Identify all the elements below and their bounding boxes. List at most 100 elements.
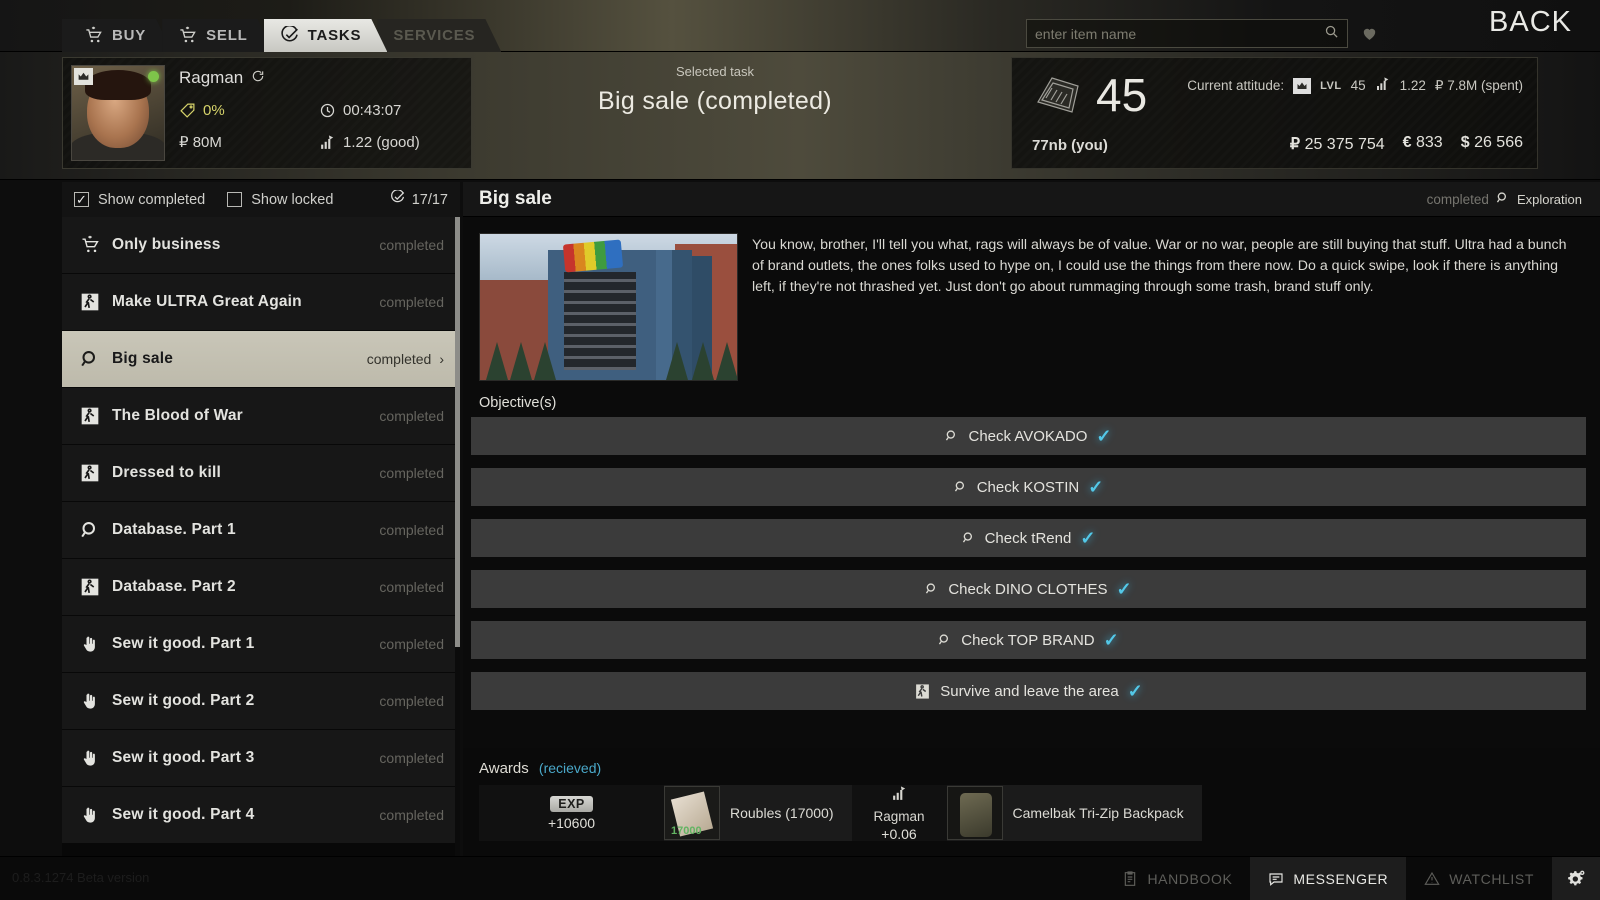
awards-row: EXP +10600 17000 Roubles (17000) Ragman … bbox=[479, 785, 1600, 842]
task-description: You know, brother, I'll tell you what, r… bbox=[752, 237, 1567, 296]
tab-services[interactable]: SERVICES bbox=[377, 19, 501, 52]
award-reputation: Ragman +0.06 bbox=[851, 785, 947, 842]
attitude-label: Current attitude: bbox=[1187, 78, 1285, 93]
award-reputation-trader: Ragman bbox=[873, 808, 925, 824]
task-row-the-blood-of-war[interactable]: The Blood of War completed bbox=[62, 388, 460, 444]
back-button[interactable]: BACK bbox=[1489, 6, 1572, 39]
task-status: completed bbox=[379, 237, 444, 253]
search-box[interactable] bbox=[1026, 19, 1348, 48]
bottom-nav-handbook-label: HANDBOOK bbox=[1147, 871, 1233, 887]
filter-show-completed-label: Show completed bbox=[98, 191, 206, 208]
task-detail-meta: completed Exploration bbox=[1427, 191, 1582, 208]
exit-icon bbox=[80, 577, 106, 597]
trader-name: Ragman bbox=[179, 68, 244, 87]
task-status: completed bbox=[379, 636, 444, 652]
exit-icon bbox=[914, 683, 931, 700]
handbook-icon bbox=[1122, 871, 1138, 887]
task-row-sew-it-good-part-2[interactable]: Sew it good. Part 2 completed bbox=[62, 673, 460, 729]
checkbox-checked-icon[interactable] bbox=[74, 192, 89, 207]
trader-info: Ragman 0% 00:43:07 ₽ 80M 1.22 (good) bbox=[165, 58, 471, 168]
search-input[interactable] bbox=[1035, 25, 1324, 42]
filter-show-locked[interactable]: Show locked bbox=[227, 192, 333, 208]
task-row-big-sale[interactable]: Big sale completed › bbox=[62, 331, 460, 387]
trader-discount-value: 0% bbox=[203, 102, 225, 119]
bottom-nav-messenger[interactable]: MESSENGER bbox=[1250, 857, 1407, 900]
discount-tag-icon bbox=[179, 102, 196, 119]
cart-icon bbox=[84, 26, 103, 45]
trader-card[interactable]: Ragman 0% 00:43:07 ₽ 80M 1.22 (good) bbox=[62, 57, 472, 169]
hand-icon bbox=[80, 806, 106, 825]
awards-label: Awards bbox=[479, 760, 529, 777]
awards-header: Awards (recieved) bbox=[463, 748, 1600, 777]
selected-task-header: Selected task Big sale (completed) bbox=[490, 64, 940, 116]
awards-section: Awards (recieved) EXP +10600 17000 Roubl… bbox=[463, 748, 1600, 856]
task-detail-body: You know, brother, I'll tell you what, r… bbox=[463, 217, 1600, 856]
tab-sell[interactable]: SELL bbox=[162, 19, 274, 52]
task-row-sew-it-good-part-1[interactable]: Sew it good. Part 1 completed bbox=[62, 616, 460, 672]
player-name: 77nb (you) bbox=[1032, 137, 1108, 154]
search-icon bbox=[80, 349, 106, 370]
exp-cell: EXP +10600 bbox=[479, 795, 664, 831]
task-row-make-ultra-great-again[interactable]: Make ULTRA Great Again completed bbox=[62, 274, 460, 330]
objectives-list: Check AVOKADO ✓ Check KOSTIN ✓ Check tRe… bbox=[463, 417, 1600, 710]
bottom-nav-messenger-label: MESSENGER bbox=[1293, 871, 1389, 887]
task-name: Sew it good. Part 4 bbox=[112, 806, 255, 823]
cart-icon bbox=[80, 235, 106, 255]
task-counter-value: 17/17 bbox=[411, 191, 448, 208]
task-list[interactable]: Only business completed Make ULTRA Great… bbox=[62, 217, 460, 856]
checkbox-unchecked-icon[interactable] bbox=[227, 192, 243, 207]
cash-stack-icon: 17000 bbox=[664, 786, 720, 840]
task-detail-column: Big sale completed Exploration You know,… bbox=[463, 182, 1600, 856]
task-name: Dressed to kill bbox=[112, 464, 221, 481]
refresh-icon[interactable] bbox=[251, 69, 265, 87]
bottom-nav-handbook[interactable]: HANDBOOK bbox=[1104, 857, 1250, 900]
player-stats-card: 45 77nb (you) Current attitude: LVL 45 1… bbox=[1011, 57, 1538, 169]
search-icon[interactable] bbox=[1324, 24, 1339, 44]
task-row-database-part-1[interactable]: Database. Part 1 completed bbox=[62, 502, 460, 558]
bottom-bar: 0.8.3.1274 Beta version HANDBOOK MESSENG… bbox=[0, 856, 1600, 900]
task-list-scrollbar[interactable] bbox=[455, 217, 460, 856]
search-area bbox=[1026, 19, 1382, 48]
award-item-name: Camelbak Tri-Zip Backpack bbox=[1012, 805, 1184, 821]
chart-up-icon bbox=[891, 785, 908, 807]
bottom-nav: HANDBOOK MESSENGER WATCHLIST bbox=[1104, 857, 1600, 900]
trader-discount: 0% bbox=[179, 102, 319, 119]
chevron-right-icon: › bbox=[439, 351, 444, 367]
task-name: Sew it good. Part 3 bbox=[112, 749, 255, 766]
task-row-sew-it-good-part-3[interactable]: Sew it good. Part 3 completed bbox=[62, 730, 460, 786]
task-row-only-business[interactable]: Only business completed bbox=[62, 217, 460, 273]
lvl-tag: LVL bbox=[1320, 79, 1342, 92]
objective-complete-check-icon: ✓ bbox=[1127, 680, 1143, 701]
tab-tasks[interactable]: TASKS bbox=[264, 19, 388, 52]
player-spent: ₽ 7.8M (spent) bbox=[1434, 77, 1523, 93]
task-name: Make ULTRA Great Again bbox=[112, 293, 302, 310]
task-row-dressed-to-kill[interactable]: Dressed to kill completed bbox=[62, 445, 460, 501]
awards-state: (recieved) bbox=[538, 760, 602, 776]
hand-icon bbox=[80, 749, 106, 768]
tab-buy[interactable]: BUY bbox=[62, 19, 172, 52]
task-status: completed bbox=[379, 522, 444, 538]
task-row-sew-it-good-part-4[interactable]: Sew it good. Part 4 completed bbox=[62, 787, 460, 843]
task-list-scrollbar-thumb[interactable] bbox=[455, 217, 460, 647]
objective-row: Check TOP BRAND ✓ bbox=[471, 621, 1586, 659]
task-name: Database. Part 1 bbox=[112, 521, 236, 538]
exit-icon bbox=[80, 292, 106, 312]
trader-timer-value: 00:43:07 bbox=[343, 102, 402, 119]
header-panel: Ragman 0% 00:43:07 ₽ 80M 1.22 (good) Sel… bbox=[0, 52, 1600, 180]
main-tabs: BUY SELL TASKS SERVICES bbox=[62, 19, 491, 52]
task-name: Sew it good. Part 2 bbox=[112, 692, 255, 709]
favorites-button[interactable] bbox=[1356, 21, 1382, 47]
ultra-sign bbox=[562, 239, 624, 273]
filter-show-completed[interactable]: Show completed bbox=[74, 192, 205, 208]
award-item[interactable]: Camelbak Tri-Zip Backpack bbox=[946, 785, 1202, 841]
objectives-label: Objective(s) bbox=[479, 395, 557, 411]
objective-complete-check-icon: ✓ bbox=[1103, 629, 1119, 650]
bottom-nav-settings[interactable] bbox=[1552, 857, 1600, 900]
bottom-nav-watchlist[interactable]: WATCHLIST bbox=[1406, 857, 1552, 900]
task-detail-header: Big sale completed Exploration bbox=[463, 182, 1600, 217]
task-row-database-part-2[interactable]: Database. Part 2 completed bbox=[62, 559, 460, 615]
backpack-icon bbox=[946, 786, 1003, 840]
task-name: Only business bbox=[112, 236, 221, 253]
award-money[interactable]: 17000 Roubles (17000) bbox=[664, 785, 852, 841]
search-icon bbox=[945, 429, 959, 443]
